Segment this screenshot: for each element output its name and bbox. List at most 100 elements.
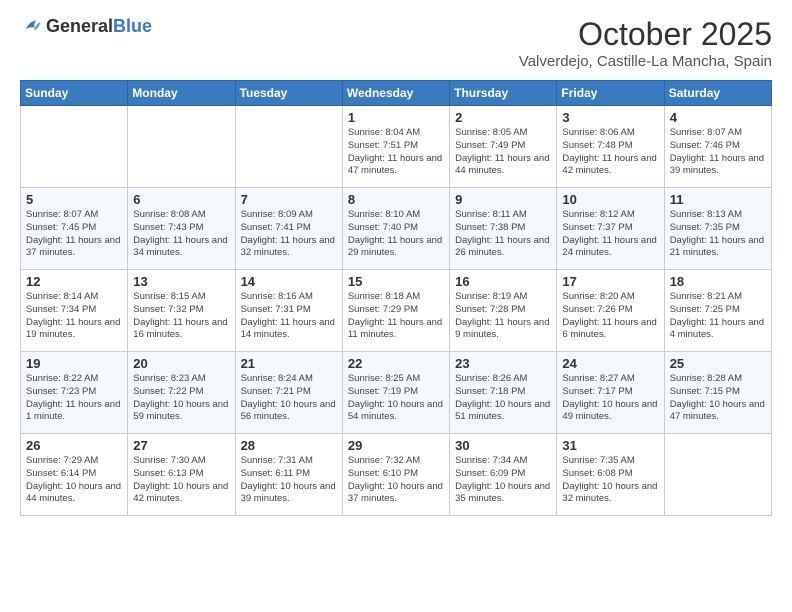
header: GeneralBlue October 2025 Valverdejo, Cas… — [20, 16, 772, 70]
weekday-header-row: SundayMondayTuesdayWednesdayThursdayFrid… — [21, 81, 772, 106]
day-info: Sunrise: 8:09 AM Sunset: 7:41 PM Dayligh… — [241, 209, 337, 260]
day-number: 26 — [26, 438, 122, 453]
day-cell: 11 Sunrise: 8:13 AM Sunset: 7:35 PM Dayli… — [664, 188, 771, 270]
day-cell: 25 Sunrise: 8:28 AM Sunset: 7:15 PM Dayli… — [664, 352, 771, 434]
day-cell: 10 Sunrise: 8:12 AM Sunset: 7:37 PM Dayli… — [557, 188, 664, 270]
day-number: 3 — [562, 110, 658, 125]
day-number: 7 — [241, 192, 337, 207]
day-info: Sunrise: 8:28 AM Sunset: 7:15 PM Dayligh… — [670, 373, 766, 424]
day-info: Sunrise: 7:30 AM Sunset: 6:13 PM Dayligh… — [133, 455, 229, 506]
logo: GeneralBlue — [20, 16, 152, 38]
week-row-4: 19 Sunrise: 8:22 AM Sunset: 7:23 PM Dayli… — [21, 352, 772, 434]
day-info: Sunrise: 8:15 AM Sunset: 7:32 PM Dayligh… — [133, 291, 229, 342]
week-row-3: 12Sunrise: 8:14 AM Sunset: 7:34 PM Dayli… — [21, 270, 772, 352]
day-cell — [128, 106, 235, 188]
day-cell: 19 Sunrise: 8:22 AM Sunset: 7:23 PM Dayli… — [21, 352, 128, 434]
day-cell: 9Sunrise: 8:11 AM Sunset: 7:38 PM Daylig… — [450, 188, 557, 270]
day-number: 11 — [670, 192, 766, 207]
day-info: Sunrise: 8:23 AM Sunset: 7:22 PM Dayligh… — [133, 373, 229, 424]
day-cell: 16 Sunrise: 8:19 AM Sunset: 7:28 PM Dayli… — [450, 270, 557, 352]
day-number: 17 — [562, 274, 658, 289]
day-cell: 2Sunrise: 8:05 AM Sunset: 7:49 PM Daylig… — [450, 106, 557, 188]
day-number: 19 — [26, 356, 122, 371]
day-cell: 3 Sunrise: 8:06 AM Sunset: 7:48 PM Daylig… — [557, 106, 664, 188]
day-info: Sunrise: 8:25 AM Sunset: 7:19 PM Dayligh… — [348, 373, 444, 424]
day-number: 16 — [455, 274, 551, 289]
day-cell: 17Sunrise: 8:20 AM Sunset: 7:26 PM Dayli… — [557, 270, 664, 352]
day-number: 20 — [133, 356, 229, 371]
week-row-2: 5 Sunrise: 8:07 AM Sunset: 7:45 PM Daylig… — [21, 188, 772, 270]
day-number: 25 — [670, 356, 766, 371]
logo-blue: Blue — [113, 16, 152, 36]
day-cell — [21, 106, 128, 188]
day-number: 31 — [562, 438, 658, 453]
day-info: Sunrise: 8:27 AM Sunset: 7:17 PM Dayligh… — [562, 373, 658, 424]
logo-text: GeneralBlue — [46, 17, 152, 37]
title-block: October 2025 Valverdejo, Castille-La Man… — [519, 16, 772, 70]
day-info: Sunrise: 8:13 AM Sunset: 7:35 PM Dayligh… — [670, 209, 766, 260]
day-number: 23 — [455, 356, 551, 371]
week-row-1: 1Sunrise: 8:04 AM Sunset: 7:51 PM Daylig… — [21, 106, 772, 188]
day-cell: 15 Sunrise: 8:18 AM Sunset: 7:29 PM Dayli… — [342, 270, 449, 352]
day-cell: 26Sunrise: 7:29 AM Sunset: 6:14 PM Dayli… — [21, 434, 128, 516]
page: GeneralBlue October 2025 Valverdejo, Cas… — [0, 0, 792, 612]
day-cell — [664, 434, 771, 516]
day-info: Sunrise: 8:12 AM Sunset: 7:37 PM Dayligh… — [562, 209, 658, 260]
weekday-header-sunday: Sunday — [21, 81, 128, 106]
day-info: Sunrise: 8:26 AM Sunset: 7:18 PM Dayligh… — [455, 373, 551, 424]
day-number: 29 — [348, 438, 444, 453]
weekday-header-tuesday: Tuesday — [235, 81, 342, 106]
day-number: 15 — [348, 274, 444, 289]
day-info: Sunrise: 8:08 AM Sunset: 7:43 PM Dayligh… — [133, 209, 229, 260]
day-cell: 7 Sunrise: 8:09 AM Sunset: 7:41 PM Daylig… — [235, 188, 342, 270]
day-number: 2 — [455, 110, 551, 125]
day-number: 10 — [562, 192, 658, 207]
day-info: Sunrise: 8:18 AM Sunset: 7:29 PM Dayligh… — [348, 291, 444, 342]
day-number: 13 — [133, 274, 229, 289]
day-info: Sunrise: 8:06 AM Sunset: 7:48 PM Dayligh… — [562, 127, 658, 178]
day-info: Sunrise: 7:35 AM Sunset: 6:08 PM Dayligh… — [562, 455, 658, 506]
weekday-header-monday: Monday — [128, 81, 235, 106]
day-number: 1 — [348, 110, 444, 125]
day-cell: 27 Sunrise: 7:30 AM Sunset: 6:13 PM Dayli… — [128, 434, 235, 516]
day-info: Sunrise: 8:07 AM Sunset: 7:46 PM Dayligh… — [670, 127, 766, 178]
day-cell: 30 Sunrise: 7:34 AM Sunset: 6:09 PM Dayli… — [450, 434, 557, 516]
day-info: Sunrise: 8:16 AM Sunset: 7:31 PM Dayligh… — [241, 291, 337, 342]
day-info: Sunrise: 8:22 AM Sunset: 7:23 PM Dayligh… — [26, 373, 122, 424]
day-info: Sunrise: 8:19 AM Sunset: 7:28 PM Dayligh… — [455, 291, 551, 342]
weekday-header-saturday: Saturday — [664, 81, 771, 106]
day-cell: 8Sunrise: 8:10 AM Sunset: 7:40 PM Daylig… — [342, 188, 449, 270]
day-info: Sunrise: 7:32 AM Sunset: 6:10 PM Dayligh… — [348, 455, 444, 506]
day-number: 30 — [455, 438, 551, 453]
day-number: 9 — [455, 192, 551, 207]
day-info: Sunrise: 8:10 AM Sunset: 7:40 PM Dayligh… — [348, 209, 444, 260]
day-number: 28 — [241, 438, 337, 453]
day-cell: 20 Sunrise: 8:23 AM Sunset: 7:22 PM Dayli… — [128, 352, 235, 434]
day-cell: 5 Sunrise: 8:07 AM Sunset: 7:45 PM Daylig… — [21, 188, 128, 270]
day-cell: 13 Sunrise: 8:15 AM Sunset: 7:32 PM Dayli… — [128, 270, 235, 352]
day-info: Sunrise: 8:07 AM Sunset: 7:45 PM Dayligh… — [26, 209, 122, 260]
day-number: 27 — [133, 438, 229, 453]
day-number: 24 — [562, 356, 658, 371]
logo-general: General — [46, 16, 113, 36]
day-info: Sunrise: 8:24 AM Sunset: 7:21 PM Dayligh… — [241, 373, 337, 424]
location-title: Valverdejo, Castille-La Mancha, Spain — [519, 53, 772, 70]
weekday-header-wednesday: Wednesday — [342, 81, 449, 106]
weekday-header-friday: Friday — [557, 81, 664, 106]
day-cell: 29 Sunrise: 7:32 AM Sunset: 6:10 PM Dayli… — [342, 434, 449, 516]
day-number: 4 — [670, 110, 766, 125]
week-row-5: 26Sunrise: 7:29 AM Sunset: 6:14 PM Dayli… — [21, 434, 772, 516]
day-cell: 23 Sunrise: 8:26 AM Sunset: 7:18 PM Dayli… — [450, 352, 557, 434]
day-info: Sunrise: 8:14 AM Sunset: 7:34 PM Dayligh… — [26, 291, 122, 342]
day-cell: 6Sunrise: 8:08 AM Sunset: 7:43 PM Daylig… — [128, 188, 235, 270]
day-info: Sunrise: 7:34 AM Sunset: 6:09 PM Dayligh… — [455, 455, 551, 506]
day-cell: 24 Sunrise: 8:27 AM Sunset: 7:17 PM Dayli… — [557, 352, 664, 434]
logo-bird-icon — [20, 16, 42, 38]
day-cell: 31 Sunrise: 7:35 AM Sunset: 6:08 PM Dayli… — [557, 434, 664, 516]
day-info: Sunrise: 8:21 AM Sunset: 7:25 PM Dayligh… — [670, 291, 766, 342]
day-cell: 28Sunrise: 7:31 AM Sunset: 6:11 PM Dayli… — [235, 434, 342, 516]
day-number: 14 — [241, 274, 337, 289]
day-cell: 22Sunrise: 8:25 AM Sunset: 7:19 PM Dayli… — [342, 352, 449, 434]
day-number: 5 — [26, 192, 122, 207]
day-cell: 14 Sunrise: 8:16 AM Sunset: 7:31 PM Dayli… — [235, 270, 342, 352]
